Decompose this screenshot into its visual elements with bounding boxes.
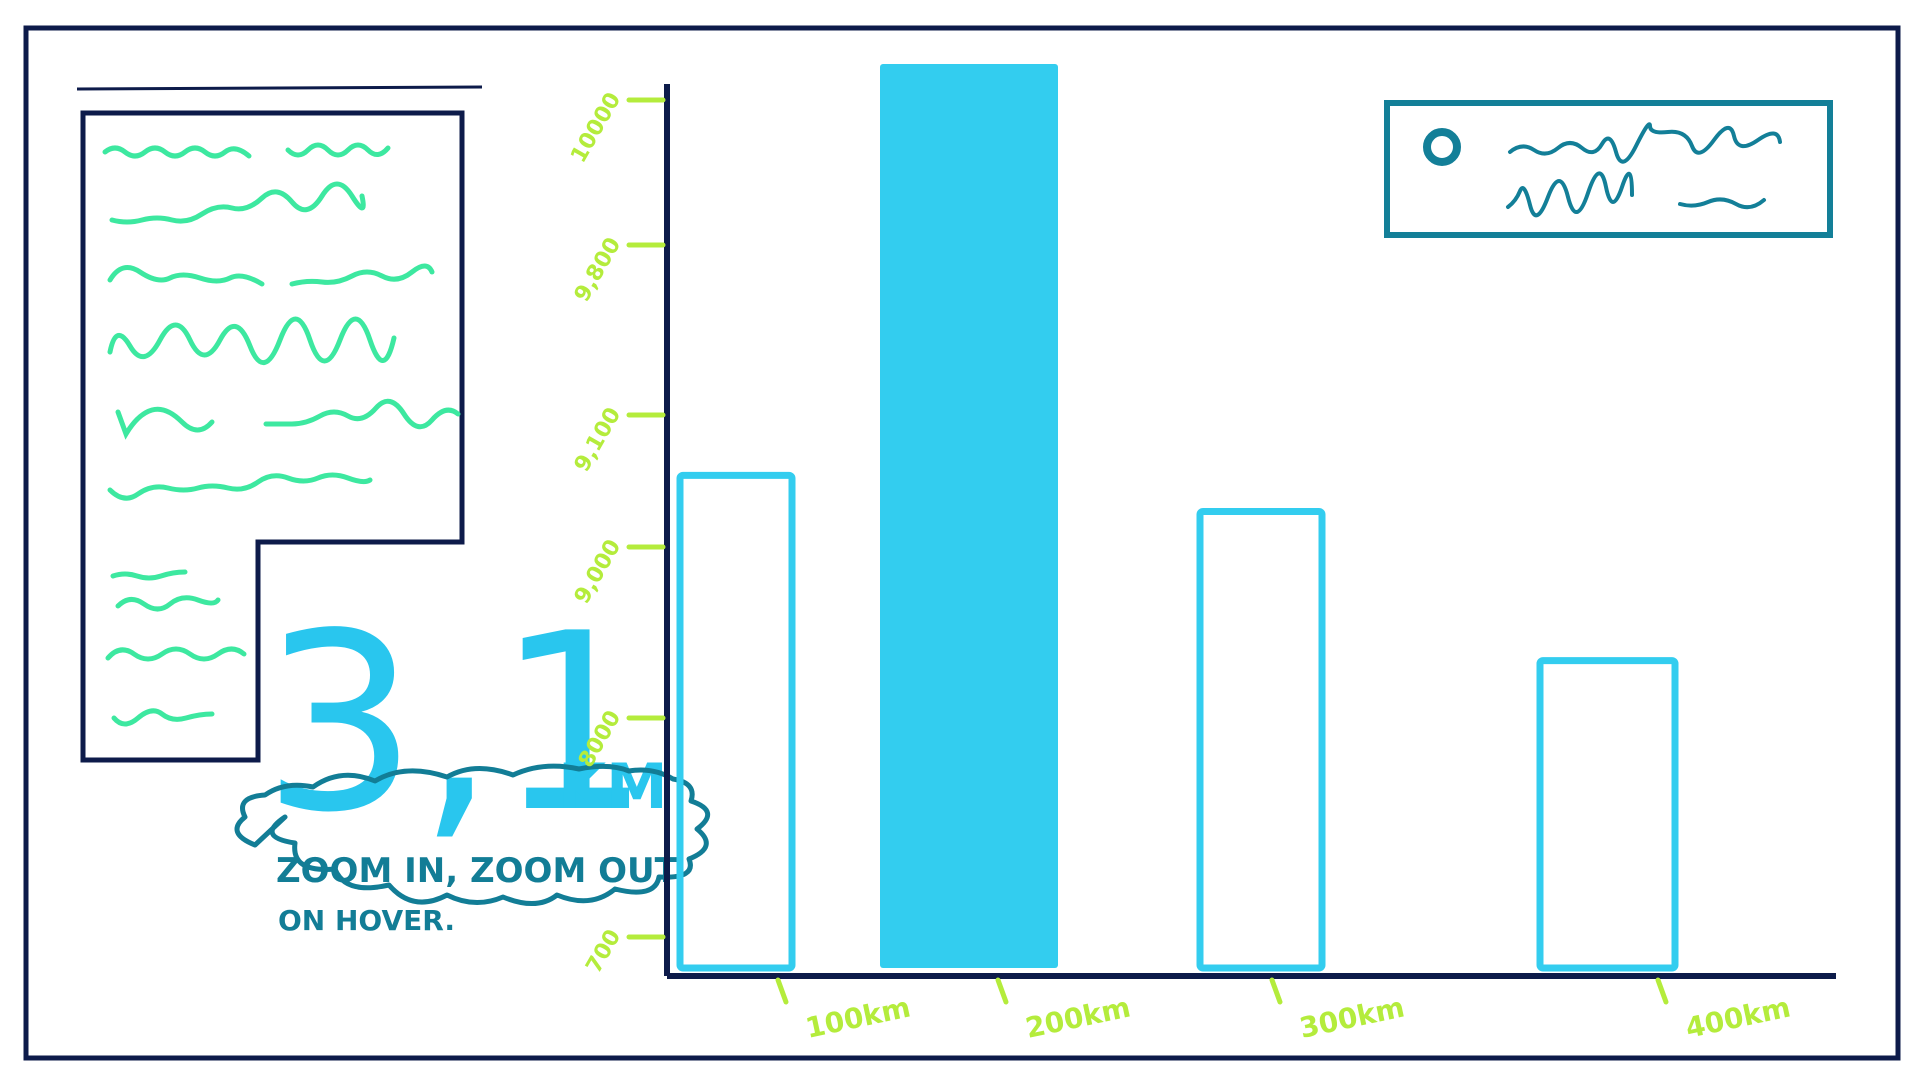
placeholder-line [107, 316, 397, 366]
bar-highlighted [880, 64, 1058, 968]
y-tick-label: 10000 [566, 89, 626, 168]
x-tick [995, 977, 1009, 1005]
panel-header-line [76, 85, 483, 91]
placeholder-line [102, 145, 252, 159]
placeholder-line [115, 406, 215, 440]
legend [1384, 100, 1833, 238]
y-tick-label: 9,100 [570, 404, 626, 477]
placeholder-line [107, 472, 373, 501]
placeholder-line [107, 265, 265, 287]
x-tick-label: 200km [1023, 990, 1134, 1044]
x-tick [1269, 977, 1283, 1005]
placeholder-line [263, 398, 461, 430]
note-line-1: ZOOM IN, ZOOM OUT [276, 851, 679, 891]
placeholder-line [111, 708, 215, 727]
x-tick [775, 977, 789, 1005]
wireframe-canvas: 3,1 KM ZOOM IN, ZOOM OUT ON HOVER. 70080… [23, 25, 1901, 1061]
x-tick-label: 100km [803, 990, 914, 1044]
placeholder-line [105, 646, 247, 662]
bar [676, 471, 796, 972]
placeholder-line [109, 181, 366, 225]
legend-box [1384, 100, 1833, 238]
y-tick-label: 700 [582, 926, 627, 978]
placeholder-line [289, 263, 435, 287]
bar [1536, 657, 1679, 972]
legend-label [1506, 171, 1634, 218]
placeholder-line [285, 142, 391, 158]
legend-label [1508, 122, 1782, 164]
x-tick-label: 300km [1297, 990, 1408, 1044]
bar [1196, 507, 1326, 972]
placeholder-line [110, 569, 188, 581]
y-tick-label: 9,800 [570, 234, 626, 307]
placeholder-line [115, 595, 221, 612]
legend-label [1678, 197, 1766, 210]
bar-chart[interactable]: 70080009,0009,1009,80010000100km 200km 300… [566, 64, 1836, 1045]
kpi-value: 3,1 [262, 581, 652, 866]
x-tick [1655, 977, 1669, 1005]
note-line-2: ON HOVER. [278, 904, 455, 937]
x-tick-label: 400km [1683, 990, 1794, 1044]
legend-marker-icon [1423, 128, 1461, 166]
